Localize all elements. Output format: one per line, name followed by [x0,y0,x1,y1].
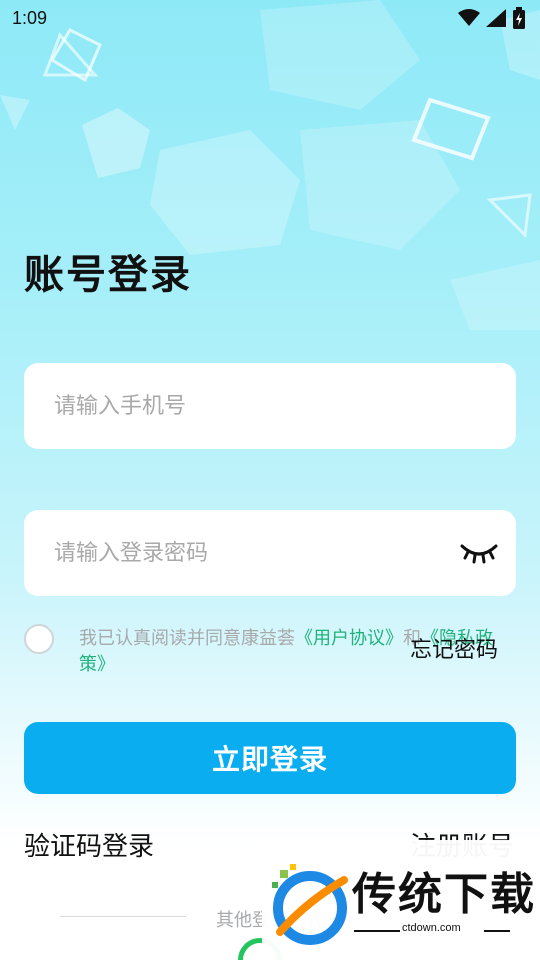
password-input[interactable] [54,510,454,596]
phone-field [24,363,516,449]
background-decor [0,0,540,330]
status-time: 1:09 [12,7,48,28]
password-field [24,510,516,596]
agreement-prefix: 我已认真阅读并同意康益荟 [79,628,295,649]
watermark-logo [272,864,348,945]
signal-icon [486,9,506,27]
eye-closed-icon[interactable] [460,540,498,566]
sms-login-link[interactable]: 验证码登录 [24,826,154,863]
battery-icon [513,7,525,29]
status-bar: 1:09 [0,0,540,36]
wifi-icon [458,9,480,26]
page-title: 账号登录 [24,252,192,298]
watermark-line-left [354,930,400,932]
status-icons [458,7,526,29]
divider-left [60,916,186,917]
phone-input[interactable] [54,363,454,449]
login-button[interactable]: 立即登录 [24,722,516,794]
forgot-password-link[interactable]: 忘记密码 [410,632,498,664]
agreement-checkbox[interactable] [24,624,54,654]
user-agreement-link[interactable]: 《用户协议》 [295,628,403,649]
watermark-line-right [484,930,510,932]
watermark-url: ctdown.com [402,922,461,934]
watermark: 传统下载 ctdown.com [262,840,540,960]
watermark-brand: 传统下载 [352,869,536,920]
